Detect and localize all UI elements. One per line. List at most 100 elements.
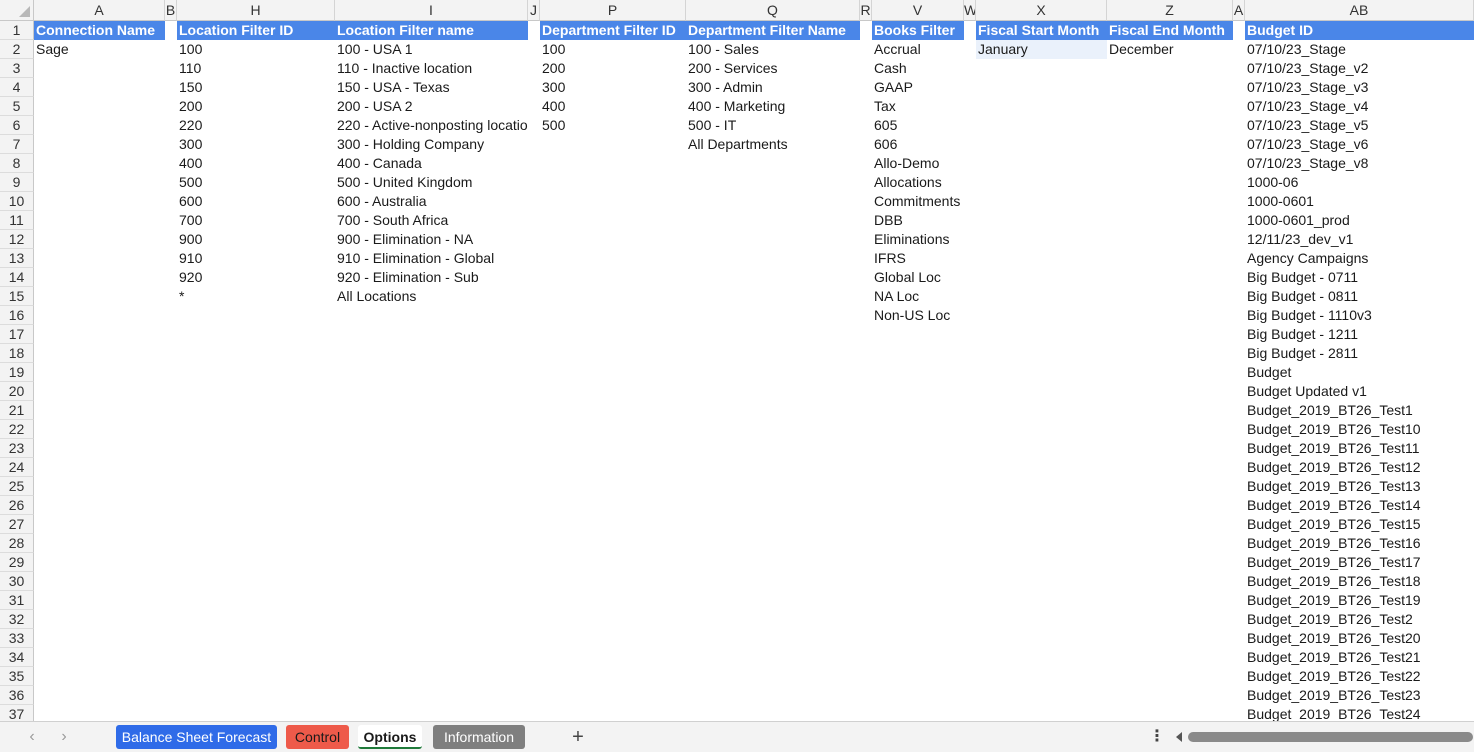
row-header[interactable]: 7 — [0, 135, 34, 154]
cell-ab[interactable]: Budget_2019_BT26_Test1 — [1245, 401, 1474, 420]
row-header[interactable]: 10 — [0, 192, 34, 211]
column-header-x[interactable]: X — [976, 0, 1107, 21]
cell-h[interactable]: 910 — [177, 249, 335, 268]
cell-h[interactable]: 500 — [177, 173, 335, 192]
cell-z[interactable]: December — [1107, 40, 1233, 59]
cell-ab[interactable]: Big Budget - 2811 — [1245, 344, 1474, 363]
row-header[interactable]: 3 — [0, 59, 34, 78]
cell-h[interactable]: 900 — [177, 230, 335, 249]
cell-h[interactable]: 100 — [177, 40, 335, 59]
cell-h[interactable]: 400 — [177, 154, 335, 173]
column-header-j[interactable]: J — [528, 0, 540, 21]
row-header[interactable]: 36 — [0, 686, 34, 705]
cell-p[interactable]: 300 — [540, 78, 686, 97]
cell-ab[interactable]: Budget_2019_BT26_Test12 — [1245, 458, 1474, 477]
header-cell-ab[interactable]: Budget ID — [1245, 21, 1474, 40]
tab-information[interactable]: Information — [433, 725, 525, 749]
cell-ab[interactable]: 07/10/23_Stage_v8 — [1245, 154, 1474, 173]
cell-ab[interactable]: Budget_2019_BT26_Test2 — [1245, 610, 1474, 629]
cell-i[interactable]: 300 - Holding Company — [335, 135, 528, 154]
row-header[interactable]: 5 — [0, 97, 34, 116]
row-header[interactable]: 6 — [0, 116, 34, 135]
row-header[interactable]: 31 — [0, 591, 34, 610]
cell-q[interactable]: 100 - Sales — [686, 40, 860, 59]
header-cell-x[interactable]: Fiscal Start Month — [976, 21, 1107, 40]
column-header-a[interactable]: A — [34, 0, 165, 21]
cell-ab[interactable]: 07/10/23_Stage_v2 — [1245, 59, 1474, 78]
cell-v[interactable]: Cash — [872, 59, 964, 78]
header-cell-p[interactable]: Department Filter ID — [540, 21, 686, 40]
row-header[interactable]: 32 — [0, 610, 34, 629]
cell-v[interactable]: DBB — [872, 211, 964, 230]
cell-h[interactable]: 200 — [177, 97, 335, 116]
row-header[interactable]: 8 — [0, 154, 34, 173]
cell-i[interactable]: 150 - USA - Texas — [335, 78, 528, 97]
row-header[interactable]: 14 — [0, 268, 34, 287]
tab-control[interactable]: Control — [286, 725, 349, 749]
cell-h[interactable]: 150 — [177, 78, 335, 97]
cell-i[interactable]: 200 - USA 2 — [335, 97, 528, 116]
cell-i[interactable]: 400 - Canada — [335, 154, 528, 173]
cell-ab[interactable]: Agency Campaigns — [1245, 249, 1474, 268]
cell-p[interactable]: 400 — [540, 97, 686, 116]
cell-ab[interactable]: Budget_2019_BT26_Test14 — [1245, 496, 1474, 515]
cell-ab[interactable]: Budget Updated v1 — [1245, 382, 1474, 401]
cell-v[interactable]: NA Loc — [872, 287, 964, 306]
cell-h[interactable]: 600 — [177, 192, 335, 211]
spreadsheet-grid[interactable]: A B H I J P Q R V W X Z A AB 1 2 3 4 5 6 7 8 9 10 11 12 13 14 15 16 17… — [0, 0, 1474, 721]
row-header[interactable]: 23 — [0, 439, 34, 458]
cell-ab[interactable]: 07/10/23_Stage_v4 — [1245, 97, 1474, 116]
cell-h[interactable]: 110 — [177, 59, 335, 78]
row-header[interactable]: 20 — [0, 382, 34, 401]
row-header[interactable]: 21 — [0, 401, 34, 420]
cell-i[interactable]: 900 - Elimination - NA — [335, 230, 528, 249]
header-cell-z[interactable]: Fiscal End Month — [1107, 21, 1233, 40]
row-header[interactable]: 15 — [0, 287, 34, 306]
column-header-h[interactable]: H — [177, 0, 335, 21]
cell-ab[interactable]: 1000-0601_prod — [1245, 211, 1474, 230]
column-header-v[interactable]: V — [872, 0, 964, 21]
cell-p[interactable]: 200 — [540, 59, 686, 78]
cell-ab[interactable]: Budget_2019_BT26_Test13 — [1245, 477, 1474, 496]
cell-i[interactable]: 700 - South Africa — [335, 211, 528, 230]
cell-q[interactable]: 300 - Admin — [686, 78, 860, 97]
cell-ab[interactable]: Budget_2019_BT26_Test10 — [1245, 420, 1474, 439]
scroll-left-icon[interactable] — [1176, 732, 1186, 742]
cell-ab[interactable]: Budget_2019_BT26_Test18 — [1245, 572, 1474, 591]
row-header[interactable]: 13 — [0, 249, 34, 268]
cell-ab[interactable]: 07/10/23_Stage_v6 — [1245, 135, 1474, 154]
cell-i[interactable]: 500 - United Kingdom — [335, 173, 528, 192]
cell-ab[interactable]: Big Budget - 1110v3 — [1245, 306, 1474, 325]
next-sheet-icon[interactable]: › — [54, 727, 74, 747]
row-header[interactable]: 22 — [0, 420, 34, 439]
row-header[interactable]: 12 — [0, 230, 34, 249]
cell-ab[interactable]: Budget_2019_BT26_Test16 — [1245, 534, 1474, 553]
cell-v[interactable]: IFRS — [872, 249, 964, 268]
cell-ab[interactable]: Budget_2019_BT26_Test21 — [1245, 648, 1474, 667]
cell-ab[interactable]: Budget_2019_BT26_Test19 — [1245, 591, 1474, 610]
header-cell-h[interactable]: Location Filter ID — [177, 21, 335, 40]
cell-v[interactable]: Accrual — [872, 40, 964, 59]
cell-i[interactable]: All Locations — [335, 287, 528, 306]
cell-p[interactable]: 100 — [540, 40, 686, 59]
add-sheet-icon[interactable]: + — [568, 726, 588, 748]
cell-ab[interactable]: Budget_2019_BT26_Test23 — [1245, 686, 1474, 705]
column-header-ab[interactable]: AB — [1245, 0, 1474, 21]
row-header[interactable]: 19 — [0, 363, 34, 382]
cell-ab[interactable]: Big Budget - 0811 — [1245, 287, 1474, 306]
row-header[interactable]: 34 — [0, 648, 34, 667]
row-header[interactable]: 37 — [0, 705, 34, 721]
cell-v[interactable]: Commitments — [872, 192, 964, 211]
header-cell-q[interactable]: Department Filter Name — [686, 21, 860, 40]
cell-ab[interactable]: Budget_2019_BT26_Test24 — [1245, 705, 1474, 721]
column-header-q[interactable]: Q — [686, 0, 860, 21]
row-header[interactable]: 27 — [0, 515, 34, 534]
cell-ab[interactable]: 1000-0601 — [1245, 192, 1474, 211]
cell-q[interactable]: All Departments — [686, 135, 860, 154]
cell-ab[interactable]: Budget — [1245, 363, 1474, 382]
cell-v[interactable]: 605 — [872, 116, 964, 135]
cell-v[interactable]: Tax — [872, 97, 964, 116]
cell-i[interactable]: 600 - Australia — [335, 192, 528, 211]
cell-q[interactable]: 200 - Services — [686, 59, 860, 78]
tab-options[interactable]: Options — [358, 725, 422, 749]
